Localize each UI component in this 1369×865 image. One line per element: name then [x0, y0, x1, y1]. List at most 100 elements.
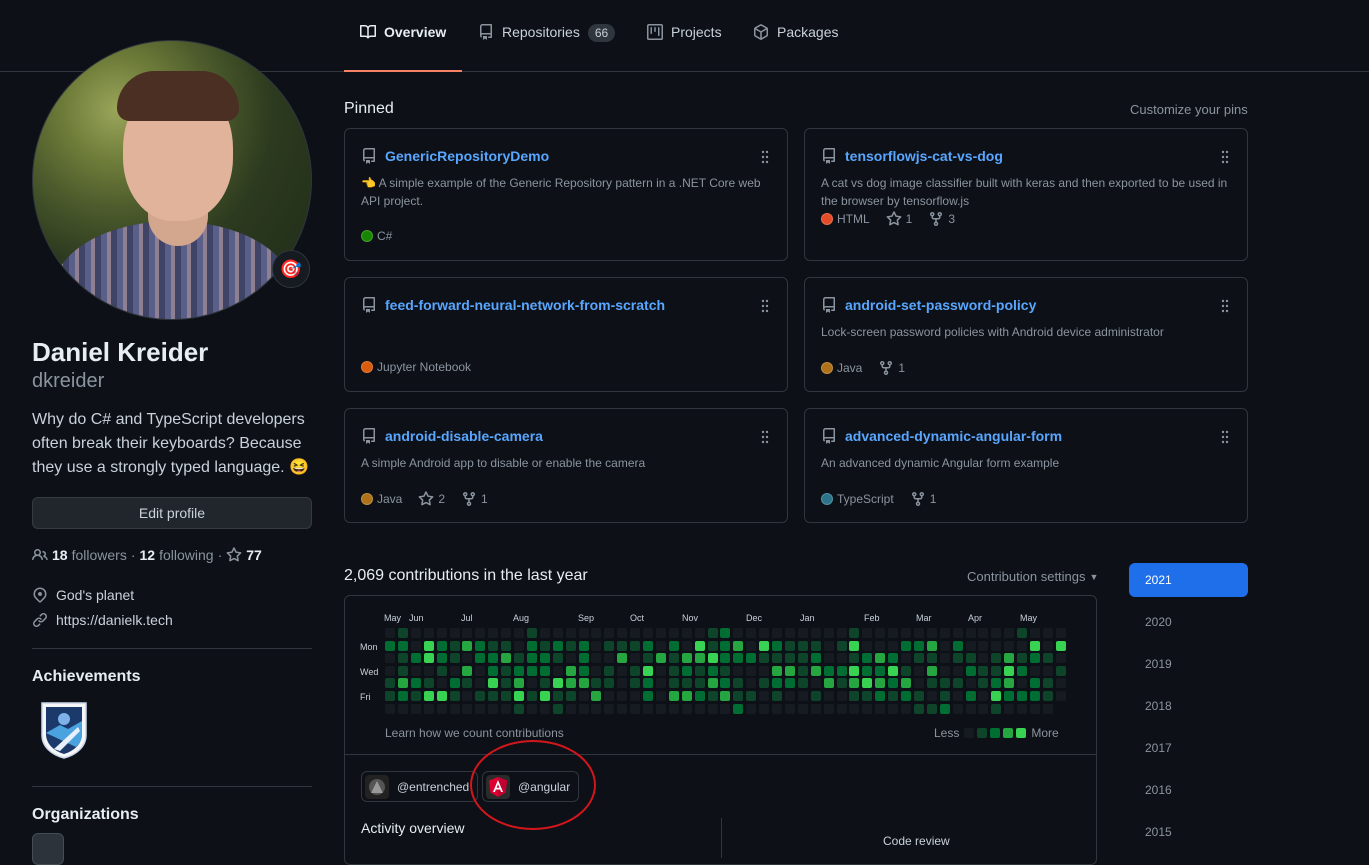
contribution-day-cell[interactable]	[488, 628, 499, 638]
contribution-day-cell[interactable]	[901, 691, 911, 701]
contribution-day-cell[interactable]	[643, 653, 653, 664]
contribution-day-cell[interactable]	[913, 691, 924, 701]
contribution-day-cell[interactable]	[784, 640, 795, 651]
contribution-day-cell[interactable]	[475, 640, 486, 651]
contribution-day-cell[interactable]	[488, 665, 499, 676]
contribution-day-cell[interactable]	[668, 640, 679, 651]
contribution-day-cell[interactable]	[978, 628, 989, 638]
contribution-day-cell[interactable]	[397, 678, 408, 689]
contribution-day-cell[interactable]	[1042, 665, 1053, 676]
contribution-day-cell[interactable]	[849, 628, 860, 638]
contribution-day-cell[interactable]	[965, 640, 976, 651]
contribution-day-cell[interactable]	[759, 640, 770, 651]
drag-handle-icon[interactable]	[761, 299, 769, 313]
contribution-day-cell[interactable]	[901, 640, 911, 651]
contribution-day-cell[interactable]	[875, 678, 886, 689]
contribution-day-cell[interactable]	[810, 703, 821, 714]
contribution-day-cell[interactable]	[913, 703, 924, 714]
contribution-day-cell[interactable]	[797, 653, 808, 664]
contribution-day-cell[interactable]	[823, 640, 834, 651]
contribution-day-cell[interactable]	[643, 703, 653, 714]
contribution-day-cell[interactable]	[888, 665, 899, 676]
contribution-day-cell[interactable]	[410, 703, 421, 714]
contribution-day-cell[interactable]	[565, 653, 576, 664]
contribution-day-cell[interactable]	[862, 678, 873, 689]
contribution-day-cell[interactable]	[991, 628, 1002, 638]
contribution-day-cell[interactable]	[591, 640, 602, 651]
contribution-day-cell[interactable]	[643, 628, 653, 638]
following-label[interactable]: following	[159, 546, 213, 564]
contribution-day-cell[interactable]	[965, 628, 976, 638]
contribution-day-cell[interactable]	[539, 628, 550, 638]
contribution-day-cell[interactable]	[746, 640, 757, 651]
contribution-day-cell[interactable]	[849, 653, 860, 664]
contribution-day-cell[interactable]	[746, 628, 757, 638]
contribution-day-cell[interactable]	[501, 665, 512, 676]
contribution-day-cell[interactable]	[797, 691, 808, 701]
contribution-day-cell[interactable]	[1017, 665, 1028, 676]
contribution-day-cell[interactable]	[888, 691, 899, 701]
contribution-day-cell[interactable]	[991, 665, 1002, 676]
contribution-day-cell[interactable]	[720, 628, 731, 638]
contribution-day-cell[interactable]	[591, 653, 602, 664]
contribution-day-cell[interactable]	[410, 640, 421, 651]
contribution-day-cell[interactable]	[952, 691, 963, 701]
repo-name-link[interactable]: GenericRepositoryDemo	[385, 148, 549, 164]
contribution-day-cell[interactable]	[862, 628, 873, 638]
contribution-day-cell[interactable]	[1042, 678, 1053, 689]
contribution-day-cell[interactable]	[720, 703, 731, 714]
contribution-day-cell[interactable]	[655, 703, 666, 714]
contribution-day-cell[interactable]	[501, 691, 512, 701]
contribution-day-cell[interactable]	[397, 640, 408, 651]
org-filter-entrenched[interactable]: @entrenched	[361, 771, 479, 802]
repo-forks-link[interactable]: 3	[928, 211, 955, 227]
contribution-day-cell[interactable]	[436, 640, 447, 651]
contribution-day-cell[interactable]	[668, 678, 679, 689]
tab-projects[interactable]: Projects	[631, 22, 738, 72]
contribution-day-cell[interactable]	[991, 703, 1002, 714]
contribution-day-cell[interactable]	[475, 665, 486, 676]
contribution-day-cell[interactable]	[436, 691, 447, 701]
contribution-day-cell[interactable]	[643, 691, 653, 701]
contribution-day-cell[interactable]	[913, 628, 924, 638]
contribution-day-cell[interactable]	[462, 628, 473, 638]
contribution-day-cell[interactable]	[978, 703, 989, 714]
contribution-day-cell[interactable]	[552, 640, 563, 651]
contribution-day-cell[interactable]	[514, 628, 524, 638]
contribution-day-cell[interactable]	[475, 691, 486, 701]
contribution-day-cell[interactable]	[526, 678, 537, 689]
contribution-day-cell[interactable]	[939, 678, 950, 689]
year-link-2021[interactable]: 2021	[1129, 563, 1248, 597]
contribution-day-cell[interactable]	[385, 665, 395, 676]
contribution-day-cell[interactable]	[1017, 703, 1028, 714]
contribution-day-cell[interactable]	[449, 703, 460, 714]
year-link-2017[interactable]: 2017	[1129, 731, 1248, 765]
contribution-day-cell[interactable]	[552, 628, 563, 638]
contribution-day-cell[interactable]	[862, 653, 873, 664]
contribution-day-cell[interactable]	[578, 653, 589, 664]
contribution-day-cell[interactable]	[862, 703, 873, 714]
edit-profile-button[interactable]: Edit profile	[32, 497, 312, 529]
contribution-day-cell[interactable]	[797, 640, 808, 651]
drag-handle-icon[interactable]	[1221, 299, 1229, 313]
contribution-day-cell[interactable]	[694, 653, 705, 664]
contribution-day-cell[interactable]	[488, 678, 499, 689]
repo-stars-link[interactable]: 2	[418, 491, 445, 507]
contribution-day-cell[interactable]	[926, 678, 937, 689]
contribution-day-cell[interactable]	[604, 665, 615, 676]
contribution-day-cell[interactable]	[746, 665, 757, 676]
contribution-day-cell[interactable]	[385, 678, 395, 689]
contribution-day-cell[interactable]	[862, 691, 873, 701]
contribution-day-cell[interactable]	[694, 691, 705, 701]
contribution-day-cell[interactable]	[707, 691, 718, 701]
contribution-day-cell[interactable]	[733, 653, 744, 664]
contribution-day-cell[interactable]	[733, 678, 744, 689]
contribution-day-cell[interactable]	[449, 628, 460, 638]
contribution-day-cell[interactable]	[1004, 653, 1015, 664]
contribution-day-cell[interactable]	[849, 691, 860, 701]
contribution-day-cell[interactable]	[784, 703, 795, 714]
contribution-day-cell[interactable]	[526, 653, 537, 664]
contribution-day-cell[interactable]	[655, 640, 666, 651]
contribution-day-cell[interactable]	[604, 640, 615, 651]
contribution-day-cell[interactable]	[888, 653, 899, 664]
